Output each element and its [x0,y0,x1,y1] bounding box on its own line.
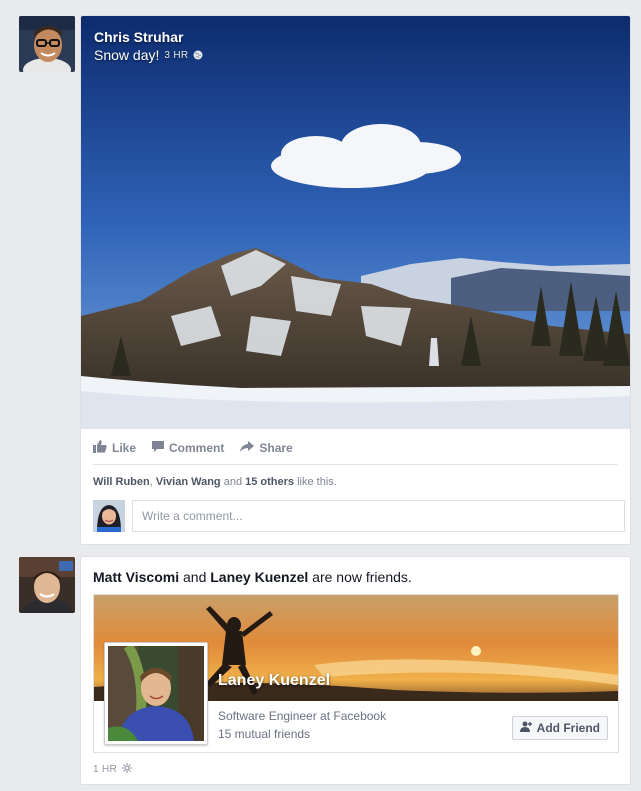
liker-name[interactable]: Will Ruben [93,476,150,488]
friend-job-title: Software Engineer at Facebook [218,709,387,723]
post-timestamp[interactable]: 3 HR [164,50,188,61]
comment-icon [152,440,165,456]
post-author-avatar[interactable] [19,557,75,613]
post-author-avatar[interactable] [19,16,75,72]
story-timestamp[interactable]: 1 HR [93,764,117,775]
privacy-icon[interactable] [121,763,132,776]
story-friend-name[interactable]: Laney Kuenzel [210,569,308,585]
mutual-friends-link[interactable]: 15 mutual friends [218,727,310,741]
globe-icon [193,47,203,63]
likes-suffix: like this. [294,476,337,488]
likes-separator: and [220,476,246,488]
like-button[interactable]: Like [93,440,136,456]
post-caption-text: Snow day! [94,47,160,63]
post-caption: Snow day! 3 HR [94,47,203,63]
add-friend-icon [519,721,533,735]
comment-label: Comment [169,441,225,455]
comment-composer [93,500,625,532]
story-joiner: and [179,569,211,585]
comment-button[interactable]: Comment [152,440,224,456]
post-card: Chris Struhar Snow day! 3 HR Like Commen… [80,15,631,545]
friend-preview: Laney Kuenzel Software Engineer at Faceb… [93,594,619,753]
story-timestamp-row: 1 HR [93,763,132,776]
share-arrow-icon [240,440,255,456]
comment-input[interactable] [132,500,625,532]
share-label: Share [259,441,293,455]
likes-summary: Will Ruben, Vivian Wang and 15 others li… [93,476,337,488]
add-friend-button[interactable]: Add Friend [511,716,608,740]
story-actor-name[interactable]: Matt Viscomi [93,569,179,585]
share-button[interactable]: Share [240,440,293,456]
post-photo[interactable]: Chris Struhar Snow day! 3 HR [81,16,630,429]
friend-profile-picture[interactable] [104,642,208,745]
story-suffix: are now friends. [308,569,412,585]
likes-others-link[interactable]: 15 others [245,476,294,488]
friend-name[interactable]: Laney Kuenzel [218,672,330,690]
friendship-story-card: Matt Viscomi and Laney Kuenzel are now f… [80,556,631,785]
thumbs-up-icon [93,440,107,456]
divider [93,464,618,465]
add-friend-label: Add Friend [536,721,600,735]
viewer-avatar [93,500,125,532]
like-label: Like [112,441,137,455]
post-actions: Like Comment Share [93,440,293,456]
story-text: Matt Viscomi and Laney Kuenzel are now f… [93,569,412,585]
liker-name[interactable]: Vivian Wang [156,476,221,488]
post-author-name[interactable]: Chris Struhar [94,29,183,45]
